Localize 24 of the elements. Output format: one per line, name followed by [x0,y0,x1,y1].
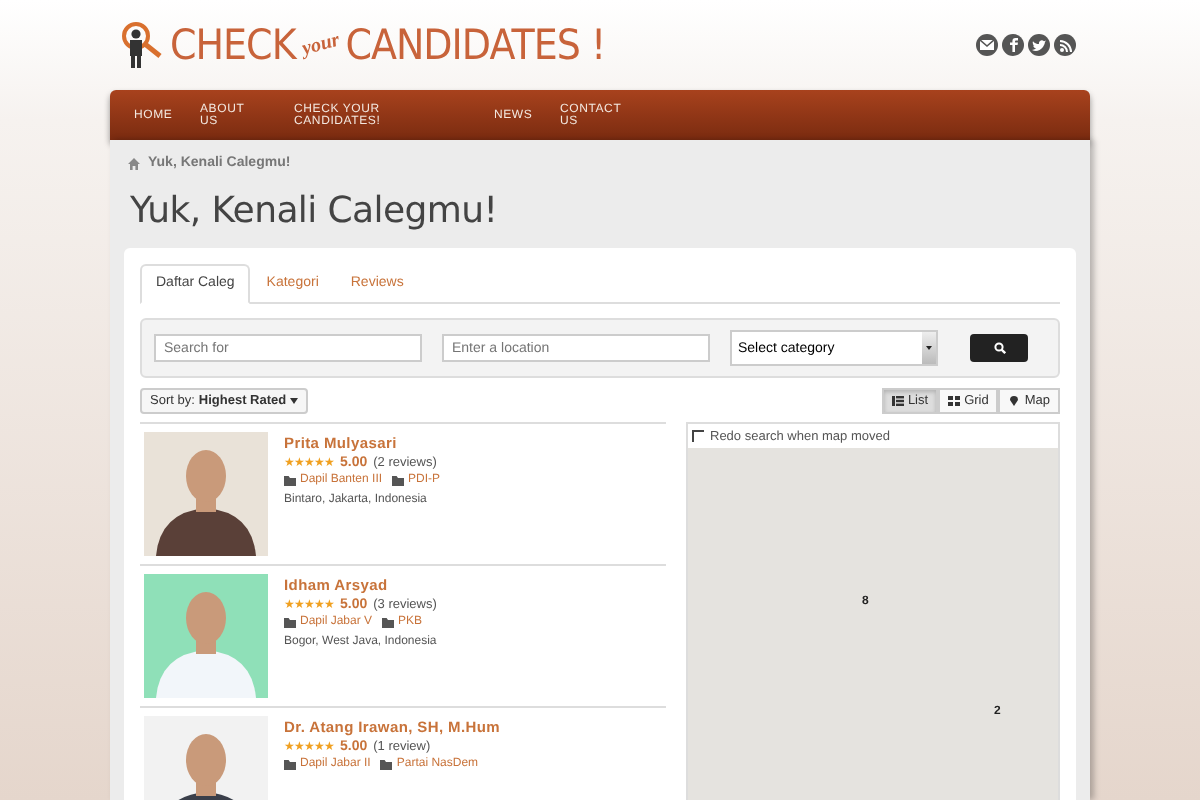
folder-icon [284,475,296,485]
grid-icon [948,396,961,406]
map-pin-icon [1008,396,1021,406]
logo-text: CANDIDATES ! [345,20,606,70]
list-icon [891,396,904,406]
magnifier-figure-icon [120,21,164,69]
caret-icon [290,398,299,404]
home-icon[interactable] [128,157,140,169]
logo-text: your [299,29,342,61]
folder-icon [382,617,395,627]
search-icon [993,342,1005,354]
checkbox[interactable] [692,430,704,442]
folder-icon [380,759,393,769]
page-title: Yuk, Kenali Calegmu! [130,190,500,232]
search-button[interactable] [970,334,1028,362]
logo-text: CHECK [170,20,296,70]
caret-icon [926,346,932,350]
twitter-icon[interactable] [1028,34,1050,56]
folder-icon [284,759,296,769]
facebook-icon[interactable] [1002,34,1024,56]
rss-icon[interactable] [1054,34,1076,56]
folder-icon [392,475,405,485]
folder-icon [284,617,296,627]
email-icon[interactable] [976,34,998,56]
